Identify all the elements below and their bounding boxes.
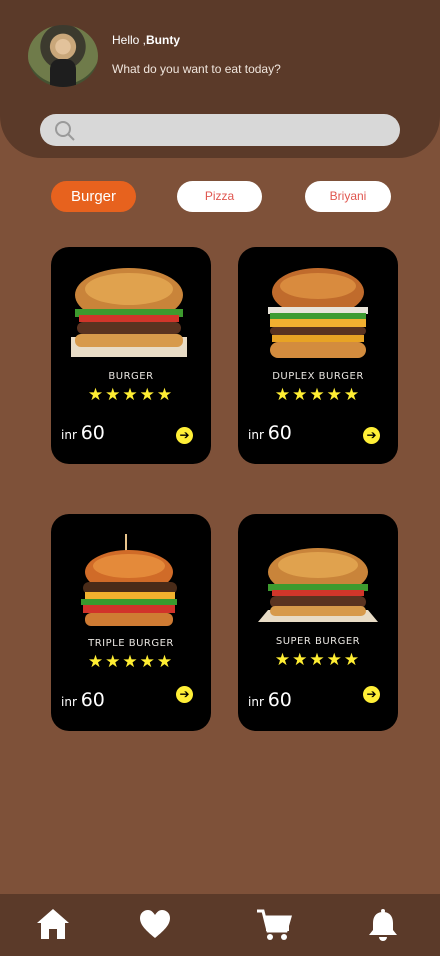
greeting-text: Hello , <box>112 33 147 47</box>
price: inr 60 <box>61 422 105 444</box>
currency-label: inr <box>61 428 77 442</box>
currency-label: inr <box>61 695 77 709</box>
avatar[interactable] <box>28 25 98 87</box>
burger-image <box>268 268 368 358</box>
price-value: 60 <box>80 689 105 711</box>
user-name: Bunty <box>146 33 181 47</box>
product-name: DUPLEX BURGER <box>272 371 364 382</box>
bottom-navigation <box>0 894 440 956</box>
bell-icon[interactable] <box>366 908 402 942</box>
price: inr 60 <box>61 689 105 711</box>
burger-image <box>71 268 187 357</box>
price-value: 60 <box>267 422 292 444</box>
product-card[interactable]: SUPER BURGER ★★★★★ inr 60 ➔ <box>238 514 398 731</box>
arrow-right-icon[interactable]: ➔ <box>176 427 193 444</box>
subtitle: What do you want to eat today? <box>112 62 281 76</box>
price: inr 60 <box>248 422 292 444</box>
price-value: 60 <box>267 689 292 711</box>
arrow-right-icon[interactable]: ➔ <box>363 686 380 703</box>
greeting: Hello ,Bunty <box>112 33 180 47</box>
currency-label: inr <box>248 695 264 709</box>
rating-stars: ★★★★★ <box>87 385 175 405</box>
category-burger[interactable]: Burger <box>51 181 136 212</box>
product-card[interactable]: DUPLEX BURGER ★★★★★ inr 60 ➔ <box>238 247 398 464</box>
product-name: TRIPLE BURGER <box>88 638 174 649</box>
cart-icon[interactable] <box>256 908 292 942</box>
price-value: 60 <box>80 422 105 444</box>
burger-image <box>81 534 177 626</box>
arrow-right-icon[interactable]: ➔ <box>176 686 193 703</box>
product-card[interactable]: TRIPLE BURGER ★★★★★ inr 60 ➔ <box>51 514 211 731</box>
category-pizza[interactable]: Pizza <box>177 181 262 212</box>
home-icon[interactable] <box>36 908 72 942</box>
search-bar[interactable] <box>40 114 400 148</box>
search-input[interactable] <box>84 114 388 148</box>
search-icon <box>54 120 76 146</box>
category-briyani[interactable]: Briyani <box>305 181 391 212</box>
arrow-right-icon[interactable]: ➔ <box>363 427 380 444</box>
price: inr 60 <box>248 689 292 711</box>
heart-icon[interactable] <box>138 908 174 942</box>
currency-label: inr <box>248 428 264 442</box>
rating-stars: ★★★★★ <box>274 385 362 405</box>
rating-stars: ★★★★★ <box>87 652 175 672</box>
rating-stars: ★★★★★ <box>274 650 362 670</box>
burger-image <box>258 548 378 622</box>
product-name: BURGER <box>108 371 154 382</box>
product-card[interactable]: BURGER ★★★★★ inr 60 ➔ <box>51 247 211 464</box>
product-name: SUPER BURGER <box>275 636 361 647</box>
